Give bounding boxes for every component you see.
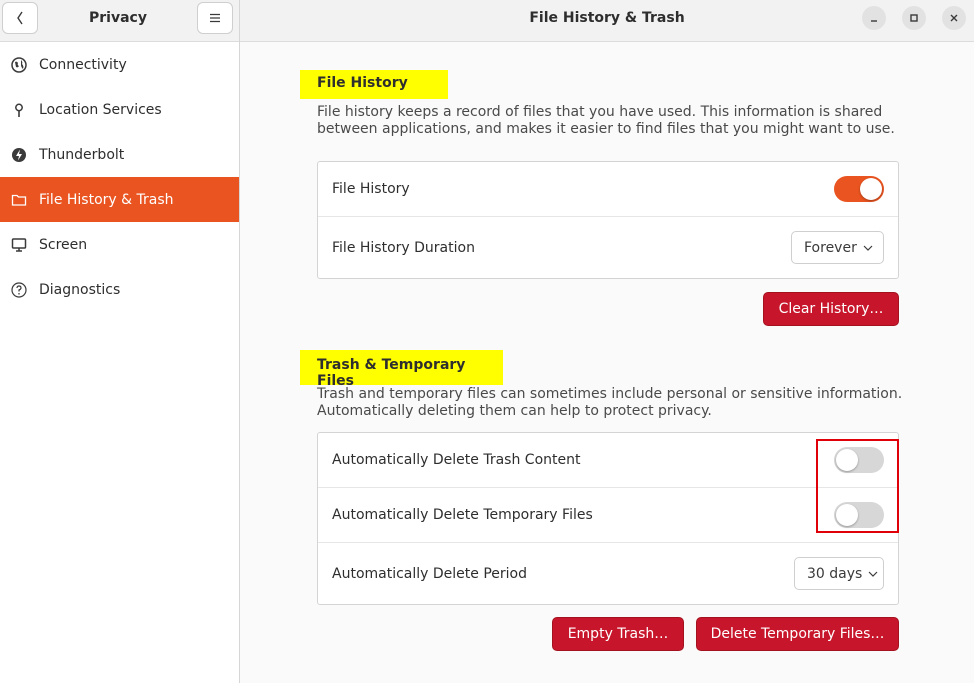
sidebar-item-thunderbolt[interactable]: Thunderbolt	[0, 132, 239, 177]
file-history-toggle[interactable]	[834, 176, 884, 202]
file-history-description: File history keeps a record of files tha…	[317, 104, 917, 138]
globe-icon	[10, 56, 28, 74]
hamburger-icon	[210, 13, 220, 23]
sidebar-item-label: Connectivity	[39, 56, 127, 73]
description-line: Automatically deleting them can help to …	[317, 403, 712, 419]
main-header: File History & Trash	[240, 0, 974, 42]
auto-delete-trash-label: Automatically Delete Trash Content	[332, 452, 581, 468]
maximize-icon	[910, 14, 918, 22]
sidebar-header: Privacy	[0, 0, 239, 42]
file-history-toggle-row: File History	[318, 162, 898, 217]
chevron-down-icon	[863, 245, 873, 251]
chevron-down-icon	[868, 571, 878, 577]
auto-delete-period-label: Automatically Delete Period	[332, 566, 527, 582]
chevron-left-icon	[17, 11, 23, 25]
auto-delete-temp-label: Automatically Delete Temporary Files	[332, 507, 593, 523]
description-line: between applications, and makes it easie…	[317, 121, 895, 137]
sidebar-item-label: File History & Trash	[39, 191, 174, 208]
clear-history-button[interactable]: Clear History…	[763, 292, 899, 326]
minimize-button[interactable]	[862, 6, 886, 30]
close-button[interactable]	[942, 6, 966, 30]
sidebar-item-location-services[interactable]: Location Services	[0, 87, 239, 132]
annotation-highlight-box	[816, 439, 899, 533]
sidebar-title: Privacy	[89, 10, 147, 26]
menu-button[interactable]	[197, 2, 233, 34]
folder-icon	[10, 191, 28, 209]
trash-card: Automatically Delete Trash Content Autom…	[317, 432, 899, 605]
file-history-toggle-label: File History	[332, 181, 410, 197]
file-history-duration-dropdown[interactable]: Forever	[791, 231, 884, 264]
sidebar-item-label: Thunderbolt	[39, 146, 125, 163]
trash-description: Trash and temporary files can sometimes …	[317, 386, 917, 420]
maximize-button[interactable]	[902, 6, 926, 30]
sidebar: Privacy Connectivity Location Services T…	[0, 0, 240, 683]
sidebar-item-label: Screen	[39, 236, 88, 253]
thunderbolt-icon	[10, 146, 28, 164]
main-content: File History File history keeps a record…	[240, 42, 974, 683]
close-icon	[950, 14, 958, 22]
sidebar-item-file-history-trash[interactable]: File History & Trash	[0, 177, 239, 222]
dropdown-value: 30 days	[807, 565, 863, 582]
monitor-icon	[10, 236, 28, 254]
auto-delete-trash-row: Automatically Delete Trash Content	[318, 433, 898, 488]
file-history-duration-label: File History Duration	[332, 240, 475, 256]
sidebar-item-screen[interactable]: Screen	[0, 222, 239, 267]
file-history-card: File History File History Duration Forev…	[317, 161, 899, 279]
minimize-icon	[871, 20, 877, 22]
file-history-section-title: File History	[300, 70, 448, 99]
sidebar-item-label: Diagnostics	[39, 281, 121, 298]
back-button[interactable]	[2, 2, 38, 34]
auto-delete-temp-row: Automatically Delete Temporary Files	[318, 488, 898, 543]
delete-temp-files-button[interactable]: Delete Temporary Files…	[696, 617, 899, 651]
sidebar-nav: Connectivity Location Services Thunderbo…	[0, 42, 239, 312]
description-line: File history keeps a record of files tha…	[317, 104, 883, 120]
help-icon	[10, 281, 28, 299]
sidebar-item-label: Location Services	[39, 101, 162, 118]
trash-section-title: Trash & Temporary Files	[300, 350, 503, 389]
auto-delete-period-dropdown[interactable]: 30 days	[794, 557, 884, 590]
sidebar-item-connectivity[interactable]: Connectivity	[0, 42, 239, 87]
toggle-knob	[860, 178, 882, 200]
empty-trash-button[interactable]: Empty Trash…	[552, 617, 684, 651]
sidebar-item-diagnostics[interactable]: Diagnostics	[0, 267, 239, 312]
location-pin-icon	[10, 101, 28, 119]
file-history-duration-row: File History Duration Forever	[318, 217, 898, 279]
description-line: Trash and temporary files can sometimes …	[317, 386, 903, 402]
dropdown-value: Forever	[804, 239, 857, 256]
auto-delete-period-row: Automatically Delete Period 30 days	[318, 543, 898, 605]
